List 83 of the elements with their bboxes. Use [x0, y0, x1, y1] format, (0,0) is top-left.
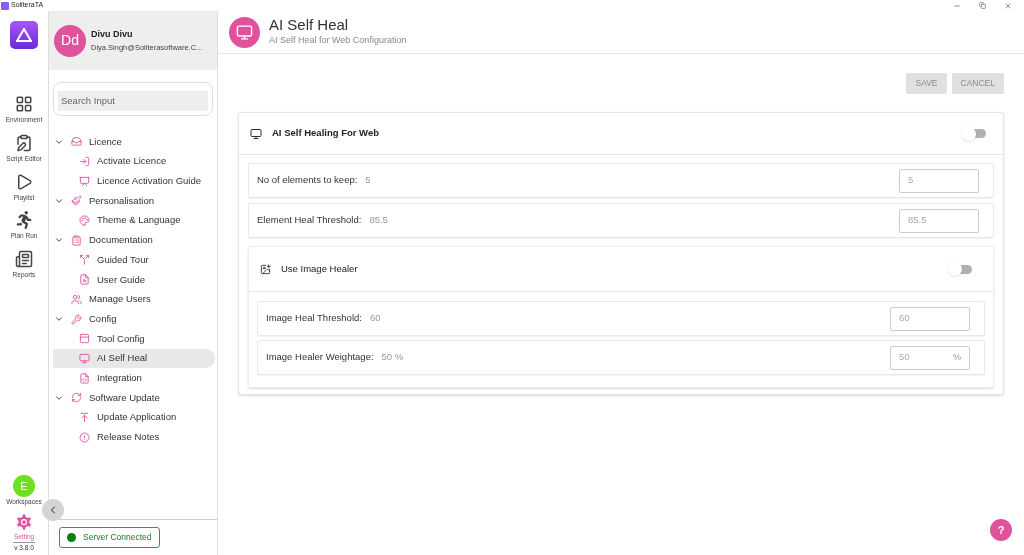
monitor-icon — [250, 127, 262, 140]
file-code-icon — [79, 372, 90, 384]
search-field[interactable]: Search Input — [58, 90, 208, 111]
triangle-logo-icon — [16, 28, 32, 42]
tree-item[interactable]: Release Notes — [53, 427, 215, 447]
tree-item[interactable]: Integration — [53, 368, 215, 388]
monitor-icon — [79, 352, 90, 364]
field-label: Element Heal Threshold: — [257, 213, 362, 228]
field-value: 5 — [365, 173, 371, 188]
tree-label: Documentation — [89, 233, 153, 248]
wrench-icon — [71, 313, 82, 325]
inbox-icon — [71, 136, 82, 148]
tree-label: AI Self Heal — [97, 351, 148, 366]
presentation-icon — [79, 175, 90, 187]
tree-label: Update Application — [97, 410, 177, 425]
user-avatar: Dd — [54, 24, 86, 57]
newspaper-icon — [15, 250, 33, 268]
app-logo-icon — [1, 1, 9, 10]
field-label: Image Healer Weightage: — [266, 350, 374, 365]
toggle-switch[interactable] — [962, 126, 986, 141]
refresh-icon — [71, 392, 82, 404]
status-text: Server Connected — [83, 531, 152, 544]
palette-icon — [79, 215, 90, 227]
toggle-switch[interactable] — [948, 262, 972, 276]
image-plus-icon — [260, 263, 271, 275]
tree-label: Activate Licence — [97, 154, 167, 169]
tree-item[interactable]: Config — [49, 309, 215, 329]
running-person-icon — [15, 211, 33, 230]
page-subtitle: AI Self Heal for Web Configuration — [269, 34, 407, 48]
tree-item[interactable]: Manage Users — [49, 289, 215, 310]
tree-label: Release Notes — [97, 430, 160, 445]
users-icon — [71, 293, 82, 305]
clipboard-pen-icon — [15, 133, 33, 152]
tree-item[interactable]: Activate Licence — [53, 151, 215, 172]
tree-label: Theme & Language — [97, 213, 181, 228]
field-value: 50 % — [381, 350, 404, 365]
upload-arrow-icon — [79, 411, 90, 423]
section-title: AI Self Healing For Web — [272, 126, 379, 141]
tree-item[interactable]: Software Update — [49, 387, 215, 408]
tree-item[interactable]: User Guide — [53, 269, 215, 290]
split-arrow-icon — [79, 254, 90, 266]
field-value: 85.5 — [369, 213, 388, 228]
tree-label: Licence Activation Guide — [97, 174, 202, 189]
settings-icon — [14, 511, 34, 532]
tree-label: Personalisation — [89, 193, 154, 208]
tree-label: Tool Config — [97, 331, 145, 346]
tree-item[interactable]: Personalisation — [49, 191, 215, 211]
field-label: Image Heal Threshold: — [266, 311, 362, 326]
tree-label: Integration — [97, 370, 142, 385]
restore-icon[interactable] — [979, 2, 986, 9]
alert-badge-icon — [79, 431, 90, 443]
tree-label: Guided Tour — [97, 252, 149, 267]
tree-item[interactable]: Licence — [49, 132, 215, 152]
paintbrush-icon — [71, 195, 82, 207]
tree-item[interactable]: Guided Tour — [53, 250, 215, 270]
play-icon — [15, 172, 33, 191]
app-logo[interactable] — [10, 21, 38, 49]
tree-item[interactable]: Licence Activation Guide — [53, 171, 215, 192]
user-name: Divu Divu — [91, 28, 134, 42]
help-button[interactable]: ? — [990, 519, 1012, 541]
tree-item[interactable]: Update Application — [53, 407, 215, 428]
field-value: 60 — [369, 311, 381, 326]
subsection-title: Use Image Healer — [281, 261, 358, 276]
page-title: AI Self Heal — [269, 16, 350, 35]
tree-item[interactable]: Tool Config — [53, 328, 215, 349]
tree-item[interactable]: AI Self Heal — [53, 348, 215, 369]
tree-item[interactable]: Documentation — [49, 230, 215, 251]
tree-label: Manage Users — [89, 292, 151, 307]
tree-label: Software Update — [89, 390, 160, 405]
file-search-icon — [79, 274, 90, 286]
monitor-icon — [236, 23, 253, 41]
clipboard-icon — [71, 234, 82, 246]
tree-label: User Guide — [97, 272, 146, 287]
field-label: No of elements to keep: — [257, 173, 358, 188]
grid-icon — [15, 95, 33, 113]
tree-item[interactable]: Theme & Language — [53, 210, 215, 231]
unit-label: % — [953, 350, 961, 364]
tree-label: Licence — [89, 134, 122, 149]
tree-label: Config — [89, 311, 117, 326]
panel-icon — [79, 333, 90, 345]
login-icon — [79, 156, 90, 168]
collapse-button[interactable] — [42, 499, 64, 521]
close-icon[interactable] — [1004, 1, 1012, 10]
